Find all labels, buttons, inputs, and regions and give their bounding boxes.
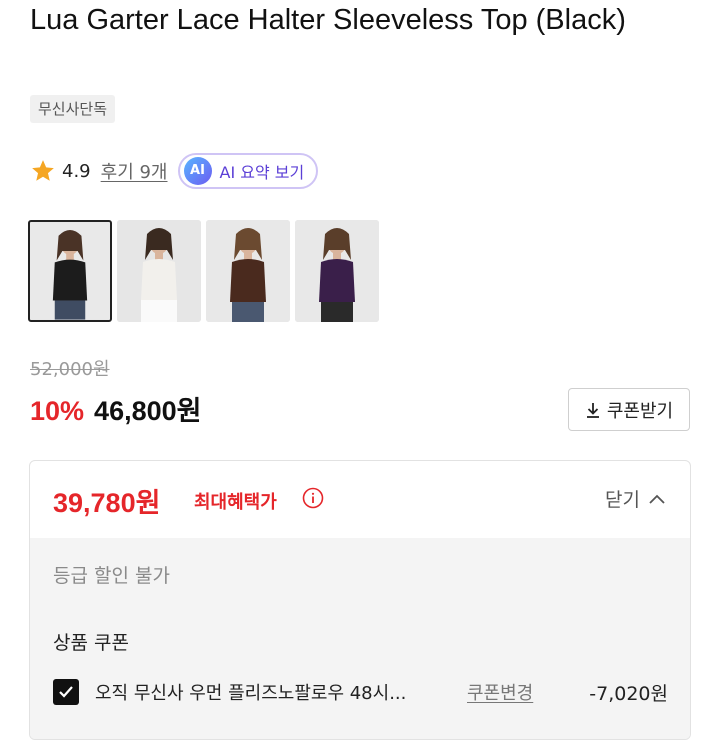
grade-discount-note: 등급 할인 불가 [53,565,170,587]
max-benefit-label: 최대혜택가 [194,492,277,513]
model-photo-white [117,220,201,322]
exclusive-badge: 무신사단독 [30,95,116,123]
discount-rate: 10% [30,396,85,426]
collapse-toggle[interactable]: 닫기 [605,485,666,512]
chevron-up-icon [649,494,665,504]
price-row: 10% 46,800원 [30,389,201,428]
info-icon[interactable] [302,487,324,509]
star-icon [32,160,54,181]
get-coupon-label: 쿠폰받기 [606,400,674,422]
ai-icon: AI [183,157,212,185]
coupon-amount: -7,020원 [589,682,668,705]
thumbnail-white[interactable] [117,220,201,322]
rating-value: 4.9 [62,160,91,182]
thumbnail-purple[interactable] [295,220,379,322]
max-benefit-panel: 39,780원 최대혜택가 닫기 등급 할인 불가 상품 쿠폰 오직 무신사 우… [29,460,691,740]
coupon-checkbox[interactable] [53,679,79,705]
model-photo-brown [206,220,290,322]
rating-row: 4.9 후기 9개 AI AI 요약 보기 [30,152,319,190]
coupon-name: 오직 무신사 우먼 플리즈노팔로우 48시... [95,683,407,704]
coupon-row: 오직 무신사 우먼 플리즈노팔로우 48시... 쿠폰변경 -7,020원 [53,678,668,706]
change-coupon-link[interactable]: 쿠폰변경 [467,679,533,705]
get-coupon-button[interactable]: 쿠폰받기 [568,388,690,431]
ai-summary-button[interactable]: AI AI 요약 보기 [177,153,319,189]
reviews-link[interactable]: 후기 9개 [101,158,168,184]
checkmark-icon [59,686,73,698]
collapse-label: 닫기 [605,489,640,511]
model-photo-purple [295,220,379,322]
benefit-panel-header: 39,780원 최대혜택가 닫기 [30,461,690,538]
thumbnail-black[interactable] [28,220,112,322]
sale-price: 46,800원 [94,396,202,426]
original-price: 52,000원 [30,359,110,380]
benefit-panel-body: 등급 할인 불가 상품 쿠폰 오직 무신사 우먼 플리즈노팔로우 48시... … [30,538,690,739]
thumbnail-brown[interactable] [206,220,290,322]
product-title: Lua Garter Lace Halter Sleeveless Top (B… [30,4,626,36]
download-icon [586,402,599,418]
model-photo-black [30,222,110,320]
max-benefit-price: 39,780원 [53,488,161,518]
ai-summary-label: AI 요약 보기 [219,163,305,182]
coupon-section-title: 상품 쿠폰 [53,632,129,654]
thumbnail-strip [28,220,379,322]
